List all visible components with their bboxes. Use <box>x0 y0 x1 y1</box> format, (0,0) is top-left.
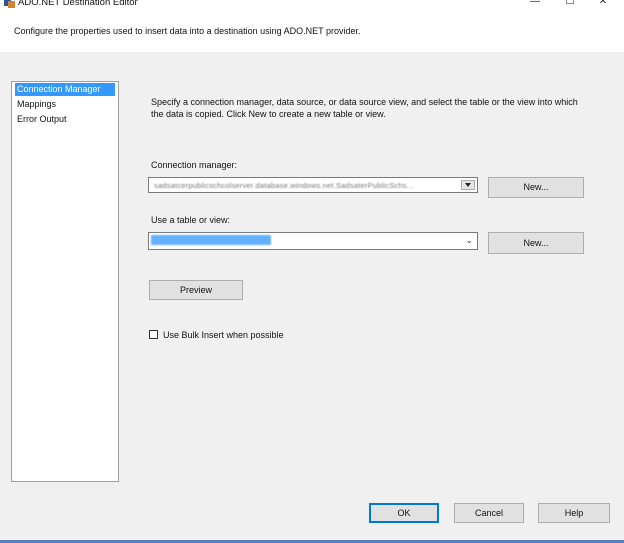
maximize-button[interactable]: ☐ <box>555 0 585 10</box>
help-button[interactable]: Help <box>538 503 610 523</box>
preview-button[interactable]: Preview <box>149 280 243 300</box>
window-title: ADO.NET Destination Editor <box>18 0 138 8</box>
table-view-label: Use a table or view: <box>151 215 231 225</box>
connection-manager-value: sadsatcerpublicschcolserver.database.win… <box>154 181 414 190</box>
page-list: Connection Manager Mappings Error Output <box>11 81 119 482</box>
page-item-mappings[interactable]: Mappings <box>15 98 58 111</box>
bulk-insert-checkbox[interactable] <box>149 330 158 339</box>
close-button[interactable]: ✕ <box>588 0 618 10</box>
selected-table-value <box>151 235 271 245</box>
connection-manager-select[interactable]: sadsatcerpublicschcolserver.database.win… <box>148 177 478 193</box>
ok-button[interactable]: OK <box>369 503 439 523</box>
cancel-button[interactable]: Cancel <box>454 503 524 523</box>
table-view-select[interactable]: ⌄ <box>148 232 478 250</box>
new-table-button[interactable]: New... <box>488 232 584 254</box>
title-bar: ADO.NET Destination Editor — ☐ ✕ <box>0 0 624 12</box>
ado-net-destination-icon <box>4 0 15 8</box>
dropdown-arrow-icon[interactable] <box>461 180 475 190</box>
minimize-button[interactable]: — <box>520 0 550 10</box>
dialog-description: Configure the properties used to insert … <box>14 26 361 36</box>
new-connection-button[interactable]: New... <box>488 177 584 198</box>
page-item-connection-manager[interactable]: Connection Manager <box>15 83 115 96</box>
connection-manager-label: Connection manager: <box>151 160 238 170</box>
dialog-footer <box>0 494 624 543</box>
bulk-insert-label[interactable]: Use Bulk Insert when possible <box>163 330 284 340</box>
chevron-down-icon[interactable]: ⌄ <box>465 235 473 246</box>
instructions-text: Specify a connection manager, data sourc… <box>151 97 578 119</box>
page-item-error-output[interactable]: Error Output <box>15 113 69 126</box>
